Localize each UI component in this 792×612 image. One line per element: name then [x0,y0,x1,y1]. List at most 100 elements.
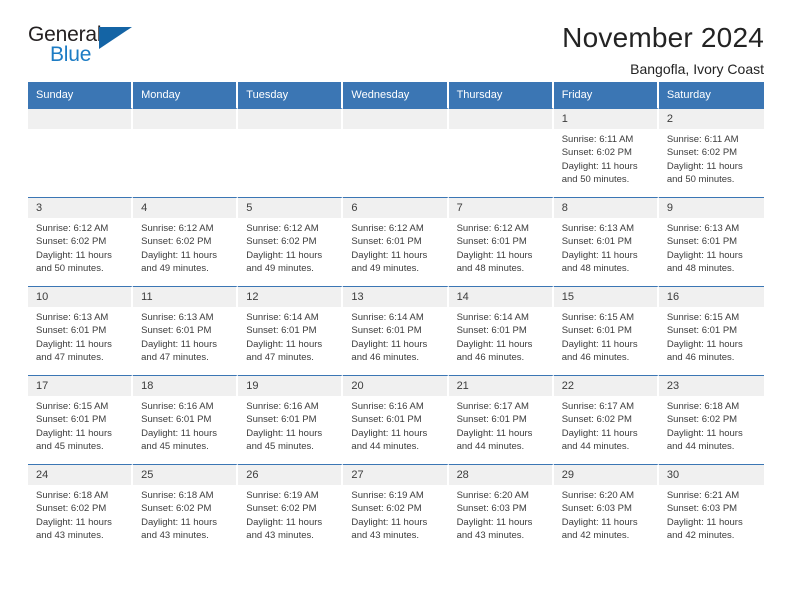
day-number [133,109,237,129]
day-details: Sunrise: 6:20 AM Sunset: 6:03 PM Daylight:… [449,485,552,543]
sunset-text: Sunset: 6:02 PM [246,236,317,248]
calendar-day-cell[interactable]: 8 Sunrise: 6:13 AM Sunset: 6:01 PM Daylight… [553,197,659,286]
calendar-day-cell[interactable]: 25 Sunrise: 6:18 AM Sunset: 6:02 PM Dayligh… [133,464,239,553]
day-number: 15 [553,287,657,307]
day-details: Sunrise: 6:18 AM Sunset: 6:02 PM Daylight:… [133,485,236,543]
day-number: 26 [238,465,342,485]
calendar-day-cell[interactable]: 23 Sunrise: 6:18 AM Sunset: 6:02 PM Dayligh… [658,375,764,464]
daylight-text: Daylight: 11 hours and 45 minutes. [141,427,218,453]
day-details: Sunrise: 6:16 AM Sunset: 6:01 PM Daylight:… [343,396,446,454]
calendar-day-cell[interactable]: 30 Sunrise: 6:21 AM Sunset: 6:03 PM Dayligh… [658,464,764,553]
calendar-day-cell[interactable]: 26 Sunrise: 6:19 AM Sunset: 6:02 PM Dayligh… [238,464,344,553]
calendar-day-cell[interactable]: 17 Sunrise: 6:15 AM Sunset: 6:01 PM Dayligh… [28,375,134,464]
calendar-day-cell[interactable]: 28 Sunrise: 6:20 AM Sunset: 6:03 PM Dayligh… [448,464,554,553]
daylight-text: Daylight: 11 hours and 49 minutes. [351,249,428,275]
calendar-week-row: 10 Sunrise: 6:13 AM Sunset: 6:01 PM Dayligh… [28,286,764,375]
sunset-text: Sunset: 6:01 PM [351,325,422,337]
daylight-text: Daylight: 11 hours and 47 minutes. [141,338,218,364]
calendar-day-cell-empty [28,108,134,197]
calendar-day-cell[interactable]: 3 Sunrise: 6:12 AM Sunset: 6:02 PM Daylight… [28,197,134,286]
calendar-day-cell[interactable]: 24 Sunrise: 6:18 AM Sunset: 6:02 PM Dayligh… [28,464,134,553]
sunset-text: Sunset: 6:01 PM [561,236,632,248]
sunrise-text: Sunrise: 6:13 AM [666,223,740,234]
sunset-text: Sunset: 6:02 PM [561,147,632,159]
sunrise-text: Sunrise: 6:19 AM [351,490,424,501]
calendar-day-cell[interactable]: 10 Sunrise: 6:13 AM Sunset: 6:01 PM Dayligh… [28,286,134,375]
day-number [343,109,447,129]
day-number: 21 [448,376,552,396]
sunset-text: Sunset: 6:02 PM [246,503,317,515]
sunset-text: Sunset: 6:01 PM [36,325,107,337]
calendar-day-cell[interactable]: 16 Sunrise: 6:15 AM Sunset: 6:01 PM Dayligh… [658,286,764,375]
calendar-day-cell[interactable]: 13 Sunrise: 6:14 AM Sunset: 6:01 PM Dayligh… [343,286,449,375]
weekday-header-monday: Monday [133,82,239,108]
daylight-text: Daylight: 11 hours and 45 minutes. [36,427,112,453]
day-details: Sunrise: 6:18 AM Sunset: 6:02 PM Daylight:… [28,485,131,543]
sunset-text: Sunset: 6:02 PM [141,236,212,248]
day-details: Sunrise: 6:17 AM Sunset: 6:01 PM Daylight:… [449,396,552,454]
calendar-table: Sunday Monday Tuesday Wednesday Thursday Frid… [28,82,764,553]
calendar-day-cell[interactable]: 5 Sunrise: 6:12 AM Sunset: 6:02 PM Daylight… [238,197,344,286]
day-number: 14 [448,287,552,307]
calendar-day-cell[interactable]: 2 Sunrise: 6:11 AM Sunset: 6:02 PM Daylight… [658,108,764,197]
calendar-day-cell[interactable]: 9 Sunrise: 6:13 AM Sunset: 6:01 PM Daylight… [658,197,764,286]
calendar-day-cell[interactable]: 19 Sunrise: 6:16 AM Sunset: 6:01 PM Dayligh… [238,375,344,464]
calendar-day-cell[interactable]: 29 Sunrise: 6:20 AM Sunset: 6:03 PM Dayligh… [553,464,659,553]
calendar-day-cell[interactable]: 11 Sunrise: 6:13 AM Sunset: 6:01 PM Dayligh… [133,286,239,375]
page-subtitle: Bangofla, Ivory Coast [630,61,764,77]
day-details: Sunrise: 6:21 AM Sunset: 6:03 PM Daylight:… [659,485,764,543]
calendar-day-cell-empty [133,108,239,197]
calendar-day-cell[interactable]: 21 Sunrise: 6:17 AM Sunset: 6:01 PM Dayligh… [448,375,554,464]
calendar-day-cell[interactable]: 1 Sunrise: 6:11 AM Sunset: 6:02 PM Daylight… [553,108,659,197]
calendar-day-cell[interactable]: 22 Sunrise: 6:17 AM Sunset: 6:02 PM Dayligh… [553,375,659,464]
daylight-text: Daylight: 11 hours and 44 minutes. [561,427,638,453]
day-number: 28 [448,465,552,485]
sunrise-text: Sunrise: 6:19 AM [246,490,319,501]
calendar-day-cell[interactable]: 20 Sunrise: 6:16 AM Sunset: 6:01 PM Dayligh… [343,375,449,464]
sunset-text: Sunset: 6:02 PM [36,503,107,515]
sunrise-text: Sunrise: 6:17 AM [561,401,635,412]
sunset-text: Sunset: 6:02 PM [141,503,212,515]
calendar-page: General Blue November 2024 Bangofla, Ivo… [0,0,792,612]
day-number: 11 [133,287,237,307]
daylight-text: Daylight: 11 hours and 46 minutes. [561,338,638,364]
day-number: 18 [133,376,237,396]
sunrise-text: Sunrise: 6:14 AM [246,312,319,323]
daylight-text: Daylight: 11 hours and 49 minutes. [246,249,323,275]
sunrise-text: Sunrise: 6:18 AM [666,401,740,412]
daylight-text: Daylight: 11 hours and 48 minutes. [666,249,743,275]
sunrise-text: Sunrise: 6:21 AM [666,490,740,501]
logo[interactable]: General Blue [28,24,148,70]
sunset-text: Sunset: 6:01 PM [456,325,527,337]
calendar-day-cell[interactable]: 7 Sunrise: 6:12 AM Sunset: 6:01 PM Daylight… [448,197,554,286]
sunrise-text: Sunrise: 6:12 AM [456,223,529,234]
calendar-day-cell[interactable]: 6 Sunrise: 6:12 AM Sunset: 6:01 PM Daylight… [343,197,449,286]
sunrise-text: Sunrise: 6:11 AM [561,134,634,145]
calendar-day-cell[interactable]: 27 Sunrise: 6:19 AM Sunset: 6:02 PM Dayligh… [343,464,449,553]
daylight-text: Daylight: 11 hours and 43 minutes. [141,516,218,542]
day-number: 12 [238,287,342,307]
sunrise-text: Sunrise: 6:16 AM [246,401,319,412]
day-details: Sunrise: 6:14 AM Sunset: 6:01 PM Daylight:… [238,307,341,365]
sunrise-text: Sunrise: 6:13 AM [561,223,635,234]
calendar-body: 1 Sunrise: 6:11 AM Sunset: 6:02 PM Daylight… [28,108,764,553]
calendar-day-cell[interactable]: 15 Sunrise: 6:15 AM Sunset: 6:01 PM Dayligh… [553,286,659,375]
sunset-text: Sunset: 6:02 PM [666,147,738,159]
day-number [238,109,342,129]
calendar-week-row: 1 Sunrise: 6:11 AM Sunset: 6:02 PM Daylight… [28,108,764,197]
sunset-text: Sunset: 6:02 PM [351,503,422,515]
calendar-day-cell[interactable]: 12 Sunrise: 6:14 AM Sunset: 6:01 PM Dayligh… [238,286,344,375]
daylight-text: Daylight: 11 hours and 47 minutes. [36,338,112,364]
calendar-day-cell[interactable]: 14 Sunrise: 6:14 AM Sunset: 6:01 PM Dayligh… [448,286,554,375]
day-details: Sunrise: 6:19 AM Sunset: 6:02 PM Daylight:… [343,485,446,543]
day-details: Sunrise: 6:11 AM Sunset: 6:02 PM Daylight:… [554,129,657,187]
weekday-header-saturday: Saturday [658,82,764,108]
daylight-text: Daylight: 11 hours and 48 minutes. [561,249,638,275]
calendar-day-cell[interactable]: 4 Sunrise: 6:12 AM Sunset: 6:02 PM Daylight… [133,197,239,286]
day-details: Sunrise: 6:15 AM Sunset: 6:01 PM Daylight:… [28,396,131,454]
daylight-text: Daylight: 11 hours and 43 minutes. [456,516,533,542]
day-details: Sunrise: 6:16 AM Sunset: 6:01 PM Daylight:… [238,396,341,454]
weekday-header-thursday: Thursday [448,82,554,108]
daylight-text: Daylight: 11 hours and 46 minutes. [351,338,428,364]
calendar-day-cell[interactable]: 18 Sunrise: 6:16 AM Sunset: 6:01 PM Dayligh… [133,375,239,464]
